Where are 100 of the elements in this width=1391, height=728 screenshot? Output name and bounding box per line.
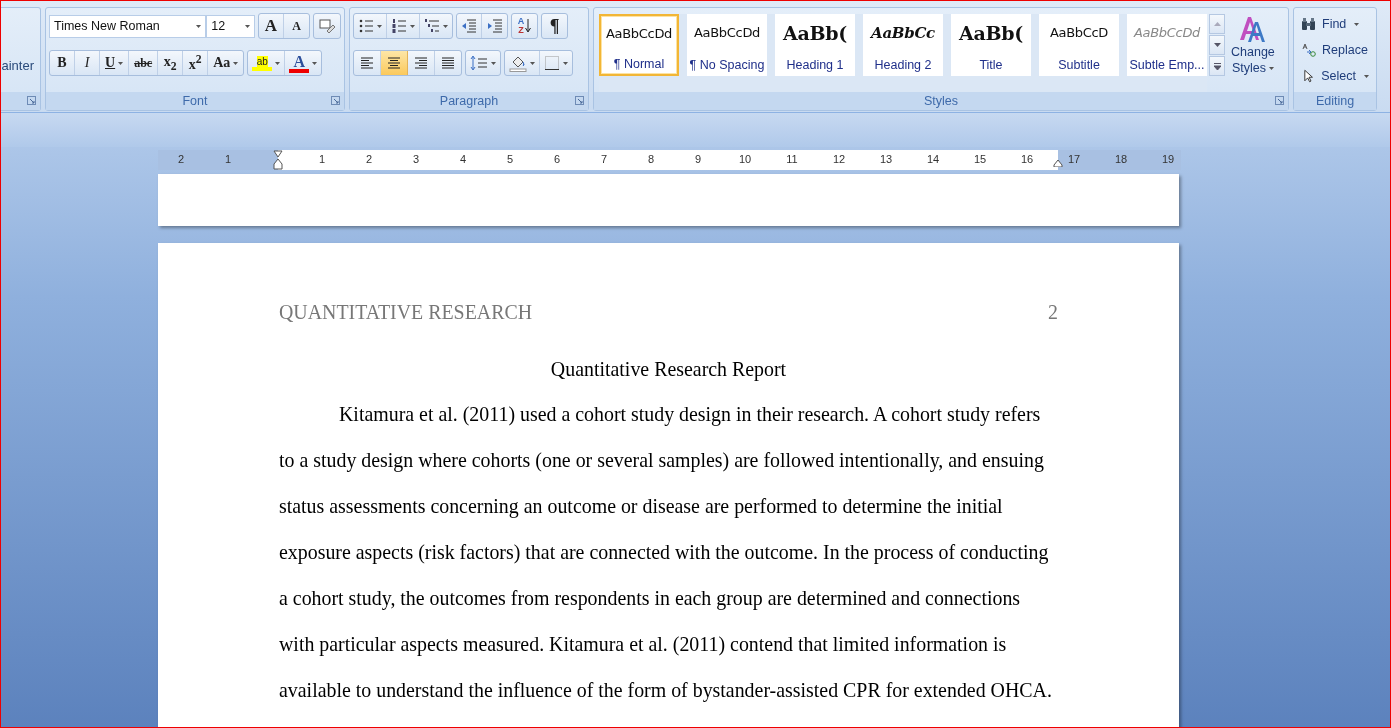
shrink-font-button[interactable]: A bbox=[284, 14, 309, 38]
ruler-number: 15 bbox=[972, 153, 988, 165]
caret-icon bbox=[1268, 66, 1274, 70]
caret-icon bbox=[118, 61, 124, 65]
bold-button[interactable]: B bbox=[50, 51, 75, 75]
binoculars-icon bbox=[1301, 17, 1317, 31]
line-spacing-icon bbox=[470, 55, 488, 71]
style-tile[interactable]: AaBbCcD Subtitle bbox=[1039, 14, 1119, 76]
select-button[interactable]: Select bbox=[1297, 64, 1373, 88]
ruler-number: 14 bbox=[925, 153, 941, 165]
more-styles-button[interactable] bbox=[1209, 56, 1225, 76]
more-arrow-icon bbox=[1213, 62, 1221, 70]
ruler-number: 19 bbox=[1160, 153, 1176, 165]
replace-icon bbox=[1301, 43, 1317, 57]
indent-marker-icon[interactable] bbox=[273, 150, 283, 170]
font-color-button[interactable]: A bbox=[285, 51, 322, 75]
multilevel-list-icon bbox=[424, 18, 440, 34]
change-styles-button[interactable]: Change Styles bbox=[1229, 14, 1277, 92]
ruler-number: 16 bbox=[1019, 153, 1035, 165]
caret-icon bbox=[233, 61, 239, 65]
ruler-number: 13 bbox=[878, 153, 894, 165]
italic-button[interactable]: I bbox=[75, 51, 100, 75]
align-justify-icon bbox=[440, 55, 456, 71]
caret-icon bbox=[491, 61, 496, 65]
align-left-icon bbox=[359, 55, 375, 71]
caret-icon bbox=[1364, 74, 1369, 78]
caret-icon bbox=[245, 24, 250, 28]
replace-button[interactable]: Replace bbox=[1297, 38, 1373, 62]
border-icon bbox=[544, 55, 560, 71]
group-label: Editing bbox=[1315, 94, 1355, 108]
caret-icon bbox=[443, 24, 448, 28]
ruler-number: 8 bbox=[646, 153, 656, 165]
superscript-button[interactable]: x$^{2}$ bbox=[183, 51, 209, 75]
ruler-number: 17 bbox=[1066, 153, 1082, 165]
scroll-down-button[interactable] bbox=[1209, 35, 1225, 55]
increase-indent-icon bbox=[486, 18, 503, 34]
underline-button[interactable]: U bbox=[100, 51, 130, 75]
style-tile[interactable]: AaBbCcDd Subtle Emp... bbox=[1127, 14, 1207, 76]
caret-icon bbox=[410, 24, 415, 28]
highlight-button[interactable]: ab bbox=[248, 51, 286, 75]
dialog-launcher-icon[interactable] bbox=[1275, 96, 1284, 105]
ruler-number: 12 bbox=[831, 153, 847, 165]
strike-button[interactable]: abc bbox=[129, 51, 159, 75]
ruler-number: 1 bbox=[223, 153, 233, 165]
ruler-number: 2 bbox=[364, 153, 374, 165]
caret-icon bbox=[563, 61, 568, 65]
ruler-number: 5 bbox=[505, 153, 515, 165]
ruler-number: 4 bbox=[458, 153, 468, 165]
align-center-icon bbox=[386, 55, 402, 71]
body-paragraph: Kitamura et al. (2011) used a cohort study design in their research. A cohort study refers to a study design where cohorts (one or several samples) are followed intentionally, and ensuing status assessments concerning an outcome or disease are performed to determine the initial exposure aspects (risk factors) that are connected with the outcome. In the process of conducting a cohort study, the outcomes from respondents in each group are determined and connections with particular aspects measured. Kitamura et al. (2011) contend that limited information is available to understand the influence of the form of bystander-assisted CPR for extended OHCA. bbox=[279, 402, 1053, 704]
ruler-number: 1 bbox=[317, 153, 327, 165]
down-arrow-icon bbox=[525, 18, 532, 34]
style-tile[interactable]: AaBb( Title bbox=[951, 14, 1031, 76]
dialog-launcher-icon[interactable] bbox=[575, 96, 584, 105]
letters-icon bbox=[1237, 14, 1268, 44]
group-label: Font bbox=[182, 94, 208, 108]
eraser-icon bbox=[318, 18, 336, 34]
caret-icon bbox=[1354, 22, 1360, 26]
caret-icon bbox=[377, 24, 382, 28]
find-button[interactable]: Find bbox=[1297, 12, 1373, 36]
caret-icon bbox=[275, 61, 281, 65]
ribbon-label[interactable]: ainter bbox=[1, 57, 34, 73]
up-arrow-icon bbox=[1213, 22, 1221, 26]
caret-icon bbox=[196, 24, 202, 28]
ruler-number: 10 bbox=[737, 153, 753, 165]
font-name-field[interactable]: Times New Roman bbox=[49, 14, 207, 38]
decrease-indent-icon bbox=[461, 18, 477, 34]
caret-icon bbox=[530, 61, 535, 65]
group-label: Paragraph bbox=[439, 94, 499, 108]
right-indent-marker-icon[interactable] bbox=[1053, 159, 1063, 167]
bullet-list-icon bbox=[358, 18, 374, 34]
grow-font-button[interactable]: A bbox=[259, 14, 284, 38]
ruler[interactable]: 2 1 1 2 3 4 5 6 7 8 9 10 11 12 13 14 15 16 17 18 19 bbox=[158, 150, 1181, 170]
align-center-button[interactable] bbox=[381, 51, 408, 75]
ruler-number: 11 bbox=[785, 153, 799, 165]
page-number: 2 bbox=[1048, 301, 1058, 324]
style-tile[interactable]: AaBbCcDd ¶ Normal bbox=[599, 14, 679, 76]
paint-bucket-icon bbox=[509, 54, 527, 72]
group-label: Styles bbox=[923, 94, 958, 108]
down-arrow-icon bbox=[1213, 43, 1221, 47]
ruler-number: 3 bbox=[411, 153, 421, 165]
align-right-icon bbox=[413, 55, 429, 71]
ruler-number: 18 bbox=[1113, 153, 1129, 165]
dialog-launcher-icon[interactable] bbox=[27, 96, 36, 105]
ruler-number: 2 bbox=[176, 153, 186, 165]
caret-icon bbox=[312, 61, 318, 65]
show-marks-button[interactable]: ¶ bbox=[542, 14, 567, 38]
subscript-button[interactable]: x$_{2}$ bbox=[158, 51, 184, 75]
font-size-field[interactable]: 12 bbox=[206, 14, 255, 38]
style-tile[interactable]: AaBbCcDd ¶ No Spacing bbox=[687, 14, 767, 76]
document-title: Quantitative Research Report bbox=[549, 358, 788, 381]
ruler-number: 7 bbox=[599, 153, 609, 165]
ruler-number: 6 bbox=[552, 153, 562, 165]
sort-button[interactable]: A Z bbox=[512, 14, 537, 38]
style-tile[interactable]: AaBb( Heading 1 bbox=[775, 14, 855, 76]
numbered-list-icon bbox=[391, 18, 407, 34]
running-head: QUANTITATIVE RESEARCH bbox=[279, 301, 533, 324]
case-button[interactable]: Aa bbox=[208, 51, 244, 75]
style-tile[interactable]: AaBbCc Heading 2 bbox=[863, 14, 943, 76]
dialog-launcher-icon[interactable] bbox=[331, 96, 340, 105]
